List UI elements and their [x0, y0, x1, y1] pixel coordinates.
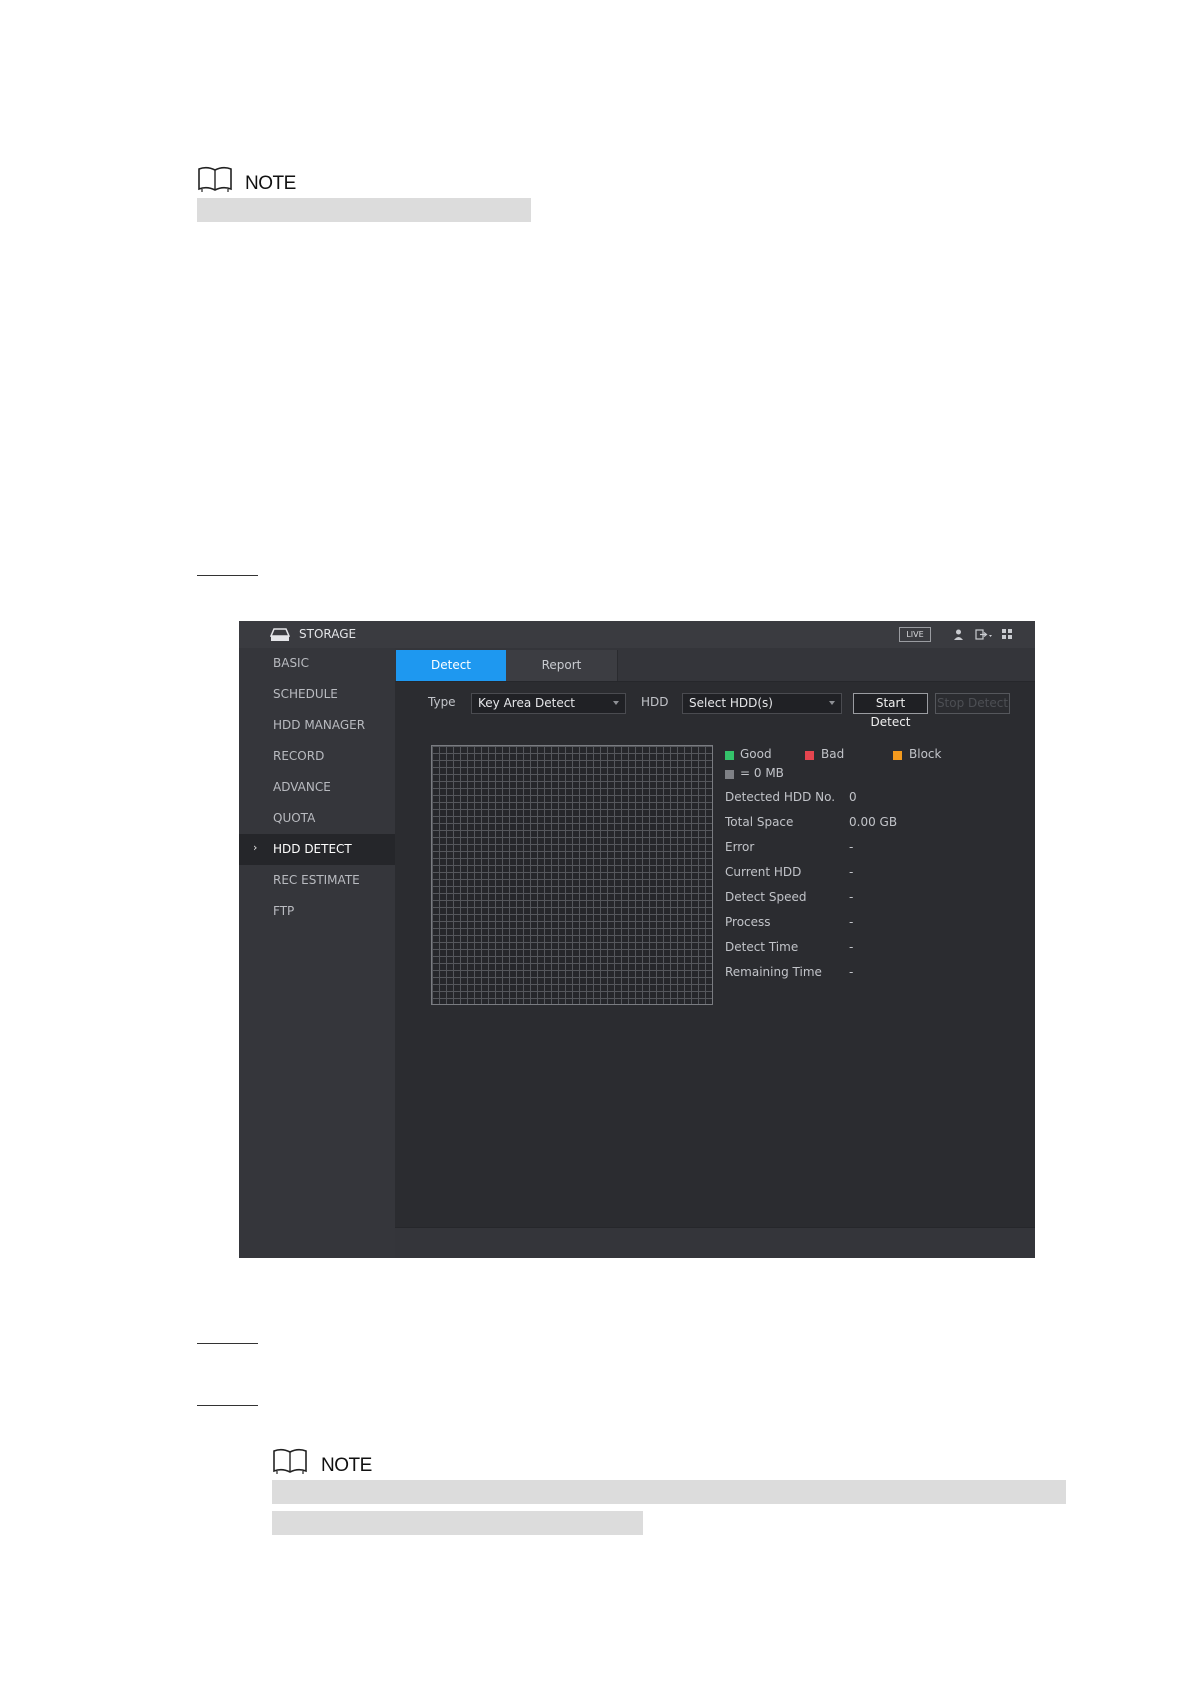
sidebar-item-basic[interactable]: BASIC	[239, 648, 395, 679]
info-value: 0.00 GB	[849, 815, 898, 829]
info-label: Total Space	[725, 815, 794, 829]
legend-unit: = 0 MB	[740, 766, 784, 780]
type-label: Type	[428, 695, 456, 709]
step-marker	[197, 575, 258, 576]
good-swatch	[725, 751, 734, 760]
step-marker	[197, 1405, 258, 1406]
chevron-down-icon	[613, 701, 619, 705]
legend-good: Good	[740, 747, 772, 761]
info-label: Process	[725, 915, 771, 929]
legend-bad: Bad	[821, 747, 845, 761]
sidebar-item-label: ADVANCE	[273, 780, 331, 794]
tab-bar: Detect Report	[395, 648, 1035, 682]
grid-menu-icon[interactable]	[1002, 629, 1013, 640]
user-icon[interactable]	[953, 629, 964, 640]
sidebar-item-rec-estimate[interactable]: REC ESTIMATE	[239, 865, 395, 896]
hdd-icon	[270, 628, 290, 641]
info-value: -	[849, 865, 854, 879]
redacted-note-text	[272, 1511, 643, 1535]
sidebar-item-label: HDD DETECT	[273, 842, 352, 856]
storage-window: STORAGE LIVE BASIC SCHEDULE HDD MANAGER …	[239, 621, 1035, 1258]
hdd-select-value: Select HDD(s)	[689, 696, 773, 710]
sidebar-item-label: QUOTA	[273, 811, 316, 825]
type-select[interactable]: Key Area Detect	[471, 693, 626, 714]
live-button[interactable]: LIVE	[899, 627, 931, 642]
bad-swatch	[805, 751, 814, 760]
tab-report[interactable]: Report	[506, 650, 618, 681]
logout-icon[interactable]	[975, 629, 993, 640]
detect-block-grid	[431, 745, 713, 1005]
footer-bar	[395, 1227, 1035, 1258]
info-label: Current HDD	[725, 865, 802, 879]
unit-swatch	[725, 770, 734, 779]
info-value: -	[849, 915, 854, 929]
sidebar-item-advance[interactable]: ADVANCE	[239, 772, 395, 803]
sidebar-item-record[interactable]: RECORD	[239, 741, 395, 772]
sidebar-item-hdd-detect[interactable]: › HDD DETECT	[239, 834, 395, 865]
info-label: Detect Time	[725, 940, 799, 954]
stop-detect-button[interactable]: Stop Detect	[935, 693, 1010, 714]
legend-block: Block	[909, 747, 942, 761]
info-label: Remaining Time	[725, 965, 822, 979]
info-label: Detected HDD No.	[725, 790, 836, 804]
redacted-note-text	[272, 1480, 1066, 1504]
chevron-down-icon	[829, 701, 835, 705]
note-title: NOTE	[245, 173, 296, 194]
start-detect-button[interactable]: Start Detect	[853, 693, 928, 729]
info-value: -	[849, 890, 854, 904]
sidebar-item-label: SCHEDULE	[273, 687, 338, 701]
redacted-note-text	[197, 198, 531, 222]
detect-panel: Type Key Area Detect HDD Select HDD(s) S…	[395, 682, 1035, 1227]
hdd-label: HDD	[641, 695, 669, 709]
hdd-select[interactable]: Select HDD(s)	[682, 693, 842, 714]
title-bar: STORAGE LIVE	[239, 621, 1035, 648]
note-book-icon	[273, 1448, 307, 1474]
info-value: -	[849, 940, 854, 954]
block-swatch	[893, 751, 902, 760]
window-title: STORAGE	[299, 627, 357, 641]
note-title: NOTE	[321, 1455, 372, 1476]
info-value: -	[849, 840, 854, 854]
step-marker	[197, 1343, 258, 1344]
sidebar-item-hdd-manager[interactable]: HDD MANAGER	[239, 710, 395, 741]
sidebar-item-quota[interactable]: QUOTA	[239, 803, 395, 834]
sidebar-item-label: HDD MANAGER	[273, 718, 366, 732]
sidebar-item-label: REC ESTIMATE	[273, 873, 360, 887]
info-label: Detect Speed	[725, 890, 807, 904]
sidebar-item-label: BASIC	[273, 656, 309, 670]
type-select-value: Key Area Detect	[478, 696, 576, 710]
chevron-right-icon: ›	[253, 841, 258, 854]
note-book-icon	[198, 166, 232, 192]
sidebar: BASIC SCHEDULE HDD MANAGER RECORD ADVANC…	[239, 648, 395, 1258]
sidebar-item-ftp[interactable]: FTP	[239, 896, 395, 927]
tab-detect[interactable]: Detect	[396, 650, 506, 681]
info-value: 0	[849, 790, 857, 804]
sidebar-item-label: FTP	[273, 904, 295, 918]
sidebar-item-label: RECORD	[273, 749, 325, 763]
sidebar-item-schedule[interactable]: SCHEDULE	[239, 679, 395, 710]
info-label: Error	[725, 840, 755, 854]
info-value: -	[849, 965, 854, 979]
